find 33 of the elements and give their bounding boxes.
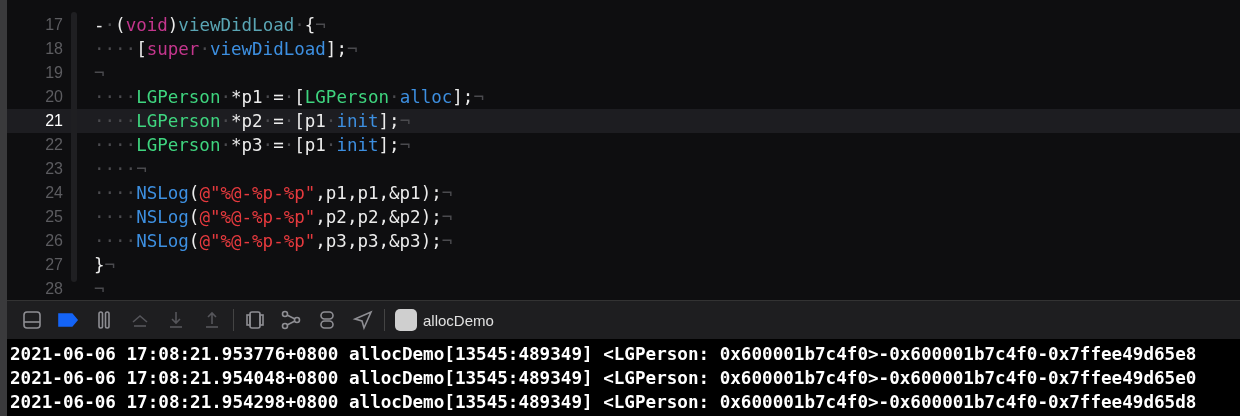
line-number: 27 [44,255,64,275]
console-output-line: 2021-06-06 17:08:21.954298+0800 allocDemo[13545:489349] <LGPerson: 0x600001b7c4f0>-0x600001b7c4f0-0x7ffee49d65d8 [10,391,1198,414]
console-output-line: 2021-06-06 17:08:21.954048+0800 allocDemo[13545:489349] <LGPerson: 0x600001b7c4f0>-0x600001b7c4f0-0x7ffee49d65e0 [10,367,1198,390]
code-text: }¬ [93,254,117,277]
line-number: 23 [44,159,64,179]
code-text: ¬ [93,62,106,85]
app-icon[interactable] [395,309,417,331]
location-arrow-icon[interactable] [352,309,374,331]
code-text: ····[super·viewDidLoad];¬ [93,38,359,61]
code-text: ····LGPerson·*p1·=·[LGPerson·alloc];¬ [93,86,485,109]
line-number: 18 [44,39,64,59]
code-text: ····¬ [93,158,148,181]
line-number: 25 [44,207,64,227]
line-number: 24 [44,183,64,203]
line-number: 26 [44,231,64,251]
console-output-line: 2021-06-06 17:08:21.953776+0800 allocDemo[13545:489349] <LGPerson: 0x600001b7c4f0>-0x600001b7c4f0-0x7ffee49d65e8 [10,343,1198,366]
panel-toggle-icon[interactable] [21,309,43,331]
line-number: 22 [44,135,64,155]
line-number: 17 [44,15,64,35]
line-number: 20 [44,87,64,107]
line-number: 19 [44,63,64,83]
memory-graph-icon[interactable] [280,309,302,331]
code-text: ····NSLog(@"%@-%p-%p",p2,p2,&p2);¬ [93,206,454,229]
code-text: ····NSLog(@"%@-%p-%p",p3,p3,&p3);¬ [93,230,454,253]
code-text: ····LGPerson·*p3·=·[p1·init];¬ [93,134,412,157]
view-hierarchy-icon[interactable] [244,309,266,331]
scheme-name[interactable]: allocDemo [423,311,494,329]
code-text: ¬ [93,278,106,300]
line-number: 21 [7,109,71,133]
code-text: ····NSLog(@"%@-%p-%p",p1,p1,&p1);¬ [93,182,454,205]
code-text: -·(void)viewDidLoad·{¬ [93,14,327,37]
code-text: ····LGPerson·*p2·=·[p1·init];¬ [77,109,1240,133]
line-number: 28 [44,279,64,299]
